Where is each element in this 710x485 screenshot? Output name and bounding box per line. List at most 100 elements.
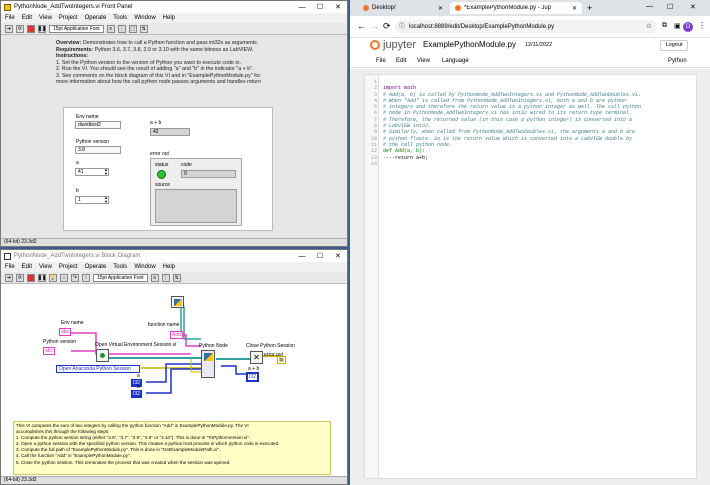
menu-file[interactable]: File bbox=[5, 15, 15, 21]
abort-icon[interactable] bbox=[27, 24, 35, 33]
python-node[interactable] bbox=[201, 350, 215, 378]
menu-view[interactable]: View bbox=[39, 15, 52, 21]
a-stepper-icon[interactable]: ▲ ▼ bbox=[104, 168, 108, 176]
block-diagram-titlebar[interactable]: PythonNode_AddTwoIntegers.vi Block Diagr… bbox=[1, 250, 347, 262]
notebook-filename[interactable]: ExamplePythonModule.py bbox=[423, 40, 516, 49]
pause-icon[interactable]: ❚❚ bbox=[38, 24, 46, 33]
code-line: # Similarly, when called from PythonNode… bbox=[383, 129, 636, 136]
menu-project[interactable]: Project bbox=[59, 15, 78, 21]
browser-toolbar: ← → ⟳ ⓘ localhost:8889/edit/Desktop/Exam… bbox=[350, 16, 710, 38]
minimize-icon[interactable]: — bbox=[293, 250, 311, 262]
b-stepper-icon[interactable]: ▲ ▼ bbox=[104, 196, 108, 204]
menu-file[interactable]: File bbox=[5, 264, 15, 270]
menu-tools[interactable]: Tools bbox=[113, 15, 127, 21]
tab-desktop-label: Desktop/ bbox=[372, 5, 396, 11]
status-led-icon bbox=[157, 170, 166, 179]
sum-terminal[interactable]: I32 bbox=[246, 372, 259, 382]
menu-project[interactable]: Project bbox=[59, 264, 78, 270]
open-venv-node[interactable] bbox=[96, 349, 109, 362]
front-panel-titlebar[interactable]: PythonNode_AddTwoIntegers.vi Front Panel… bbox=[1, 1, 347, 13]
menu-help[interactable]: Help bbox=[163, 264, 175, 270]
session-type-selector[interactable]: Open Anaconda Python Session bbox=[56, 365, 140, 373]
code-editor[interactable]: 1 2 3 4 5 6 7 8 9 10 11 12 13 14 import … bbox=[364, 74, 697, 479]
tab-close-icon[interactable]: ✕ bbox=[438, 5, 443, 12]
distribute-icon[interactable]: ⋮ bbox=[117, 24, 126, 33]
browser-menu-icon[interactable]: ⋮ bbox=[698, 21, 706, 30]
pause-icon[interactable]: ❚❚ bbox=[38, 273, 46, 282]
jupyter-menu-file[interactable]: File bbox=[376, 58, 386, 64]
minimize-icon[interactable]: — bbox=[646, 3, 653, 10]
menu-window[interactable]: Window bbox=[134, 264, 155, 270]
maximize-icon[interactable]: ☐ bbox=[311, 250, 329, 262]
python-node-label: Python Node bbox=[199, 343, 228, 349]
menu-tools[interactable]: Tools bbox=[113, 264, 127, 270]
b-terminal[interactable]: I32 bbox=[131, 390, 142, 398]
module-path-node[interactable] bbox=[171, 296, 184, 308]
menu-view[interactable]: View bbox=[39, 264, 52, 270]
info-icon[interactable]: ⓘ bbox=[399, 20, 405, 34]
extensions-icon[interactable]: ⧉ bbox=[662, 22, 667, 30]
close-icon[interactable]: ✕ bbox=[329, 250, 347, 262]
error-out-terminal[interactable]: ▦ bbox=[277, 356, 286, 364]
env-name-field[interactable]: davidtest2 bbox=[75, 121, 121, 129]
abort-icon[interactable] bbox=[27, 273, 35, 282]
star-icon[interactable]: ☆ bbox=[646, 20, 652, 34]
font-selector[interactable]: 15pt Application Font bbox=[49, 24, 104, 33]
highlight-execution-icon[interactable]: 💡 bbox=[49, 273, 57, 282]
tab-example-module[interactable]: *ExamplePythonModule.py - Jup ✕ bbox=[450, 2, 582, 14]
menu-operate[interactable]: Operate bbox=[85, 264, 107, 270]
new-tab-icon[interactable]: + bbox=[587, 3, 592, 13]
menu-edit[interactable]: Edit bbox=[22, 264, 32, 270]
jupyter-menu-language[interactable]: Language bbox=[442, 58, 469, 64]
reload-icon[interactable]: ⟳ bbox=[383, 21, 391, 32]
menu-operate[interactable]: Operate bbox=[85, 15, 107, 21]
distribute-icon[interactable]: ⋮ bbox=[161, 273, 170, 282]
step-out-icon[interactable]: ↑ bbox=[82, 273, 90, 282]
logout-button[interactable]: Logout bbox=[660, 40, 688, 51]
minimize-icon[interactable]: — bbox=[293, 1, 311, 13]
menu-edit[interactable]: Edit bbox=[22, 15, 32, 21]
forward-icon[interactable]: → bbox=[370, 21, 379, 31]
maximize-icon[interactable]: ☐ bbox=[667, 3, 673, 11]
run-arrow-icon[interactable]: ➔ bbox=[5, 24, 13, 33]
instructions-title: Instructions: bbox=[56, 53, 89, 59]
add-constant[interactable]: Add bbox=[170, 331, 183, 339]
code-content[interactable]: import math # Add(a, b) is called by Pyth… bbox=[383, 79, 641, 173]
menu-help[interactable]: Help bbox=[163, 15, 175, 21]
close-session-node[interactable]: ✕ bbox=[250, 351, 263, 364]
step-into-icon[interactable]: ↓ bbox=[60, 273, 68, 282]
jupyter-menu-view[interactable]: View bbox=[417, 58, 430, 64]
close-icon[interactable]: ✕ bbox=[690, 3, 696, 11]
resize-icon[interactable]: ⬚ bbox=[128, 24, 137, 33]
reorder-icon[interactable]: ⇅ bbox=[139, 24, 148, 33]
menu-window[interactable]: Window bbox=[134, 15, 155, 21]
reorder-icon[interactable]: ⇅ bbox=[172, 273, 181, 282]
run-continuously-icon[interactable]: ⟳ bbox=[16, 24, 24, 33]
jupyter-wordmark[interactable]: jupyter bbox=[383, 39, 416, 51]
run-continuously-icon[interactable]: ⟳ bbox=[16, 273, 24, 282]
instruction-2: 2. Run the VI. You should see the result… bbox=[56, 66, 254, 72]
align-icon[interactable]: ≡ bbox=[150, 273, 159, 282]
controls-panel: Env name davidtest2 Python version 3.8 a… bbox=[63, 107, 273, 231]
sidepanel-icon[interactable]: ▣ bbox=[674, 22, 681, 30]
close-icon[interactable]: ✕ bbox=[329, 1, 347, 13]
front-panel-title: PythonNode_AddTwoIntegers.vi Front Panel bbox=[14, 4, 133, 10]
back-icon[interactable]: ← bbox=[357, 21, 366, 31]
status-label: status bbox=[155, 162, 169, 168]
jupyter-menu-edit[interactable]: Edit bbox=[396, 58, 406, 64]
font-selector[interactable]: 15pt Application Font bbox=[93, 273, 148, 282]
step-over-icon[interactable]: ↷ bbox=[71, 273, 79, 282]
source-label: source bbox=[155, 182, 171, 188]
profile-avatar[interactable]: D bbox=[683, 22, 693, 32]
tab-desktop[interactable]: Desktop/ ✕ bbox=[358, 2, 448, 14]
error-out-cluster: status code 0 source bbox=[150, 158, 242, 226]
maximize-icon[interactable]: ☐ bbox=[311, 1, 329, 13]
address-bar[interactable]: ⓘ localhost:8889/edit/Desktop/ExamplePyt… bbox=[395, 20, 657, 34]
align-icon[interactable]: ≡ bbox=[106, 24, 115, 33]
python-version-terminal[interactable]: abc bbox=[43, 347, 56, 355]
run-arrow-icon[interactable]: ➔ bbox=[5, 273, 13, 282]
block-diagram-menubar: File Edit View Project Operate Tools Win… bbox=[1, 262, 347, 272]
python-version-field[interactable]: 3.8 bbox=[75, 146, 121, 154]
tab-close-icon[interactable]: ✕ bbox=[572, 5, 577, 12]
env-name-terminal[interactable]: abc bbox=[59, 328, 72, 336]
